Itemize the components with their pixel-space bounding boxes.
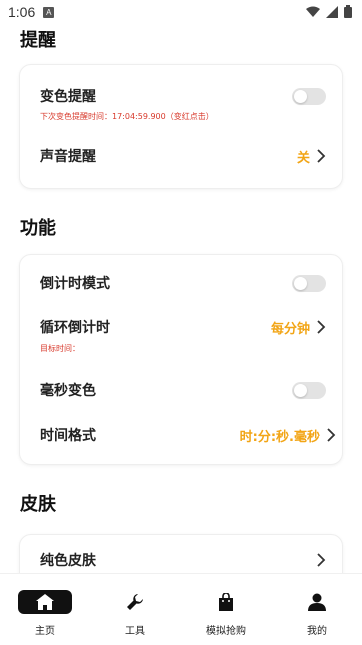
- next-color-note: 下次变色提醒时间：17:04:59.900（变红点击）: [40, 112, 214, 121]
- status-bar: 1:06 A: [0, 0, 362, 24]
- time-format-label: 时间格式: [40, 428, 96, 444]
- section-title-functions: 功能: [20, 218, 56, 239]
- nav-rush-buy-label: 模拟抢购: [206, 626, 246, 637]
- sound-reminder-value: 关: [296, 150, 310, 166]
- time-format-row[interactable]: 时间格式 时:分:秒.毫秒: [40, 423, 336, 447]
- wifi-icon: [306, 6, 320, 17]
- nav-rush-buy[interactable]: 模拟抢购: [181, 590, 271, 637]
- skin-card: 纯色皮肤: [19, 534, 343, 573]
- notification-a-icon: A: [43, 6, 55, 18]
- color-reminder-row: 变色提醒: [40, 85, 326, 107]
- nav-tools[interactable]: 工具: [90, 590, 180, 637]
- chevron-right-icon: [327, 428, 336, 442]
- ms-color-toggle[interactable]: [292, 381, 326, 399]
- functions-card: 倒计时模式 循环倒计时 每分钟 目标时间： 毫秒变色 时间格式 时:分:秒.毫秒: [19, 254, 343, 465]
- bottom-nav: 主页 工具 模拟抢购 我的: [0, 573, 362, 645]
- ms-color-label: 毫秒变色: [40, 383, 96, 399]
- person-icon: [308, 590, 326, 614]
- target-time-note: 目标时间：: [40, 344, 80, 353]
- nav-mine-label: 我的: [307, 626, 327, 637]
- section-title-reminder: 提醒: [20, 30, 56, 51]
- chevron-right-icon: [317, 553, 326, 567]
- countdown-mode-label: 倒计时模式: [40, 276, 110, 292]
- home-icon: [18, 590, 72, 614]
- wrench-icon: [126, 590, 144, 614]
- shopping-bag-icon: [218, 590, 234, 614]
- time-format-value: 时:分:秒.毫秒: [239, 429, 320, 445]
- status-time: 1:06: [8, 4, 36, 20]
- nav-tools-label: 工具: [125, 626, 145, 637]
- signal-icon: [326, 5, 338, 18]
- nav-mine[interactable]: 我的: [272, 590, 362, 637]
- color-reminder-label: 变色提醒: [40, 89, 96, 105]
- countdown-mode-row: 倒计时模式: [40, 272, 326, 294]
- chevron-right-icon: [317, 149, 326, 163]
- ms-color-row: 毫秒变色: [40, 379, 326, 401]
- loop-countdown-row[interactable]: 循环倒计时 每分钟: [40, 315, 326, 339]
- color-reminder-toggle[interactable]: [292, 87, 326, 105]
- countdown-mode-toggle[interactable]: [292, 274, 326, 292]
- reminder-card: 变色提醒 下次变色提醒时间：17:04:59.900（变红点击） 声音提醒 关: [19, 64, 343, 189]
- section-title-skin: 皮肤: [20, 494, 56, 515]
- chevron-right-icon: [317, 320, 326, 334]
- settings-scroll-area[interactable]: 提醒 变色提醒 下次变色提醒时间：17:04:59.900（变红点击） 声音提醒…: [0, 24, 362, 573]
- solid-skin-row[interactable]: 纯色皮肤: [40, 548, 326, 572]
- battery-icon: [344, 5, 352, 18]
- nav-home[interactable]: 主页: [0, 590, 90, 637]
- solid-skin-label: 纯色皮肤: [40, 553, 96, 569]
- sound-reminder-row[interactable]: 声音提醒 关: [40, 144, 326, 168]
- sound-reminder-label: 声音提醒: [40, 149, 96, 165]
- loop-countdown-label: 循环倒计时: [40, 320, 110, 336]
- loop-countdown-value: 每分钟: [270, 321, 310, 337]
- nav-home-label: 主页: [35, 626, 55, 637]
